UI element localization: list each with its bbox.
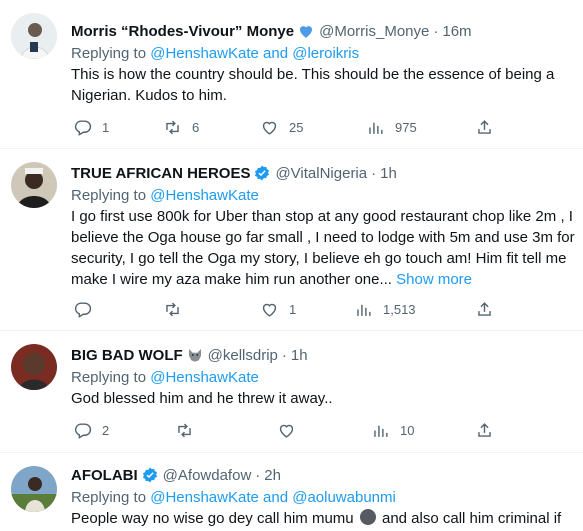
retweet-icon bbox=[166, 120, 179, 135]
author-name[interactable]: AFOLABI bbox=[71, 467, 138, 484]
retweet-button[interactable] bbox=[163, 300, 192, 319]
like-button[interactable]: 25 bbox=[260, 118, 303, 137]
views-icon bbox=[357, 304, 371, 316]
retweet-icon bbox=[166, 302, 179, 317]
replying-to-label: Replying to bbox=[71, 489, 147, 506]
separator-dot: · bbox=[433, 22, 439, 40]
show-more-link[interactable]: Show more bbox=[396, 271, 472, 288]
reply-button[interactable]: 2 bbox=[73, 421, 109, 440]
tweet[interactable]: BIG BAD WOLF @kellsdrip · 1h Replying to… bbox=[0, 331, 583, 453]
views-icon bbox=[369, 122, 383, 134]
reply-icon bbox=[74, 302, 92, 318]
tweet[interactable]: AFOLABI @Afowdafow · 2h Replying to @Hen… bbox=[0, 453, 583, 531]
retweet-count: 6 bbox=[192, 120, 200, 135]
like-count: 25 bbox=[289, 120, 304, 135]
heart-icon bbox=[279, 424, 294, 438]
author-name[interactable]: TRUE AFRICAN HEROES bbox=[71, 165, 250, 182]
grinning-face-emoji-icon bbox=[359, 509, 376, 525]
tweet-text: This is how the country should be. This … bbox=[71, 66, 555, 104]
replying-and: and bbox=[263, 45, 289, 62]
share-icon bbox=[478, 120, 491, 134]
share-button[interactable] bbox=[475, 421, 494, 440]
reply-button[interactable]: 1 bbox=[73, 118, 109, 137]
like-button[interactable]: 1 bbox=[260, 300, 296, 319]
verified-badge-icon bbox=[253, 164, 271, 182]
view-count: 10 bbox=[400, 423, 415, 438]
mention-link[interactable]: @HenshawKate bbox=[150, 187, 259, 204]
views-button[interactable]: 10 bbox=[371, 421, 414, 440]
retweet-icon bbox=[178, 423, 191, 438]
share-button[interactable] bbox=[475, 300, 494, 319]
separator-dot: · bbox=[255, 466, 261, 484]
reply-count: 2 bbox=[102, 423, 110, 438]
views-button[interactable]: 975 bbox=[366, 118, 417, 137]
tweet-text: God blessed him and he threw it away.. bbox=[71, 390, 333, 407]
share-button[interactable] bbox=[475, 118, 494, 137]
tweet-text: People way no wise go dey call him mumu … bbox=[71, 508, 577, 529]
replying-to: Replying to @HenshawKate and @leroikris bbox=[71, 43, 577, 64]
tweet[interactable]: TRUE AFRICAN HEROES @VitalNigeria · 1h R… bbox=[0, 149, 583, 331]
separator-dot: · bbox=[281, 346, 287, 364]
author-name[interactable]: BIG BAD WOLF bbox=[71, 347, 183, 364]
retweet-button[interactable] bbox=[175, 421, 204, 440]
mention-link[interactable]: @HenshawKate bbox=[150, 369, 259, 386]
views-icon bbox=[374, 425, 388, 437]
share-icon bbox=[478, 423, 491, 437]
replying-to: Replying to @HenshawKate bbox=[71, 185, 577, 206]
reply-button[interactable] bbox=[73, 300, 102, 319]
retweet-button[interactable]: 6 bbox=[163, 118, 199, 137]
heart-icon bbox=[262, 303, 277, 317]
mention-link[interactable]: @HenshawKate bbox=[150, 45, 259, 62]
tweet-text: I go first use 800k for Uber than stop a… bbox=[71, 206, 577, 290]
view-count: 1,513 bbox=[383, 302, 416, 317]
blue-heart-icon bbox=[297, 22, 315, 40]
wolf-emoji-icon bbox=[186, 346, 204, 364]
avatar[interactable] bbox=[11, 13, 57, 59]
timestamp[interactable]: 2h bbox=[264, 467, 281, 484]
tweet-text-content: I go first use 800k for Uber than stop a… bbox=[71, 208, 575, 288]
like-count: 1 bbox=[289, 302, 297, 317]
replying-to-label: Replying to bbox=[71, 369, 147, 386]
replying-to: Replying to @HenshawKate and @aoluwabunm… bbox=[71, 487, 577, 508]
tweet-text-part: and also call him criminal if bbox=[381, 510, 562, 527]
author-handle[interactable]: @VitalNigeria bbox=[275, 165, 367, 182]
verified-badge-icon bbox=[141, 466, 159, 484]
replying-to-label: Replying to bbox=[71, 187, 147, 204]
like-button[interactable] bbox=[277, 421, 306, 440]
reply-icon bbox=[74, 120, 92, 136]
tweet[interactable]: Morris “Rhodes-Vivour” Monye @Morris_Mon… bbox=[0, 0, 583, 149]
timestamp[interactable]: 1h bbox=[291, 347, 308, 364]
separator-dot: · bbox=[371, 164, 377, 182]
replying-to-label: Replying to bbox=[71, 45, 147, 62]
replying-to: Replying to @HenshawKate bbox=[71, 367, 577, 388]
avatar[interactable] bbox=[11, 344, 57, 390]
author-handle[interactable]: @Morris_Monye bbox=[319, 23, 429, 40]
timestamp[interactable]: 1h bbox=[380, 165, 397, 182]
author-handle[interactable]: @Afowdafow bbox=[163, 467, 252, 484]
reply-icon bbox=[74, 423, 92, 439]
heart-icon bbox=[262, 121, 277, 135]
reply-count: 1 bbox=[102, 120, 110, 135]
timestamp[interactable]: 16m bbox=[442, 23, 471, 40]
mention-link[interactable]: @aoluwabunmi bbox=[292, 489, 396, 506]
author-handle[interactable]: @kellsdrip bbox=[208, 347, 278, 364]
mention-link[interactable]: @leroikris bbox=[292, 45, 359, 62]
mention-link[interactable]: @HenshawKate bbox=[150, 489, 259, 506]
views-button[interactable]: 1,513 bbox=[354, 300, 416, 319]
author-name[interactable]: Morris “Rhodes-Vivour” Monye bbox=[71, 23, 294, 40]
replying-and: and bbox=[263, 489, 289, 506]
avatar[interactable] bbox=[11, 466, 57, 512]
avatar[interactable] bbox=[11, 162, 57, 208]
share-icon bbox=[478, 302, 491, 316]
view-count: 975 bbox=[395, 120, 417, 135]
tweet-text-part: People way no wise go dey call him mumu bbox=[71, 510, 354, 527]
